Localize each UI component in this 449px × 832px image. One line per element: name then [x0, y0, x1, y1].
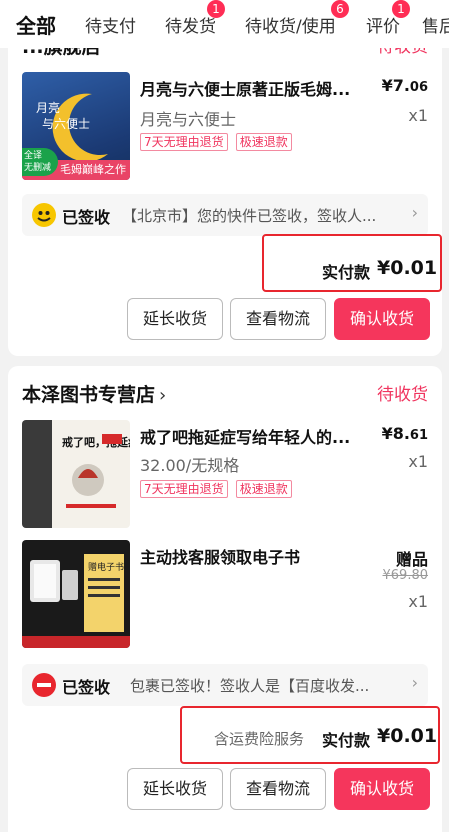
confirm-receipt-button[interactable]: 确认收货	[334, 298, 430, 340]
tab-after-sales[interactable]: 售后	[422, 12, 449, 37]
chevron-right-icon: ›	[411, 673, 418, 692]
extend-receipt-button[interactable]: 延长收货	[127, 768, 223, 810]
gift-label: 赠品	[395, 550, 428, 569]
tab-all[interactable]: 全部	[16, 10, 56, 39]
courier-logo-icon	[32, 203, 56, 227]
paid-label: 实付款	[322, 263, 371, 282]
tab-pending-payment[interactable]: 待支付	[85, 12, 136, 37]
service-tags: 7天无理由退货 极速退款	[140, 478, 295, 498]
order-status: 待收货	[377, 385, 428, 405]
logistics-bar[interactable]: 已签收 【北京市】您的快件已签收，签收人... ›	[22, 194, 428, 236]
gift-qty: x1	[408, 592, 428, 611]
tag-7day-return: 7天无理由退货	[140, 480, 228, 498]
product-spec: 32.00/无规格	[140, 456, 240, 475]
gift-title[interactable]: 主动找客服领取电子书	[140, 544, 370, 568]
tab-label: 待收货/使用	[245, 17, 336, 37]
product-qty: x1	[408, 106, 428, 125]
shop-name: 本泽图书专营店	[22, 384, 156, 406]
count-badge: 6	[331, 0, 349, 18]
product-image[interactable]: 月亮 与六便士 毛姆巅峰之作 全译 无删减	[22, 72, 130, 180]
logistics-bar[interactable]: 已签收 包裹已签收！签收人是【百度收发... ›	[22, 664, 428, 706]
paid-amount: ¥0.01	[377, 257, 438, 279]
courier-logo-icon	[32, 673, 56, 697]
product-price: ¥7.06	[382, 76, 428, 95]
chevron-right-icon: ›	[159, 385, 167, 406]
tag-fast-refund: 极速退款	[235, 480, 292, 498]
logistics-detail: 【北京市】您的快件已签收，签收人...	[122, 207, 377, 225]
product-qty: x1	[408, 452, 428, 471]
order-card: ...旗舰店 待收货 月亮 与六便士 毛姆巅峰之作 全译 无删减 月亮与六便士原…	[8, 30, 442, 356]
tag-7day-return: 7天无理由退货	[140, 133, 228, 151]
product-image[interactable]: 戒了吧，拖延症！	[22, 420, 130, 528]
tab-label: 评价	[366, 17, 400, 37]
order-tab-bar: 全部 待支付 待发货 1 待收货/使用 6 评价 1 售后	[0, 0, 449, 48]
product-price: ¥8.61	[382, 424, 428, 443]
count-badge: 1	[207, 0, 225, 18]
view-logistics-button[interactable]: 查看物流	[230, 768, 326, 810]
cover-badge: 全译 无删减	[22, 148, 58, 176]
confirm-receipt-button[interactable]: 确认收货	[334, 768, 430, 810]
paid-label: 实付款	[322, 731, 371, 750]
tab-pending-shipment[interactable]: 待发货 1	[165, 0, 225, 37]
extend-receipt-button[interactable]: 延长收货	[127, 298, 223, 340]
service-tags: 7天无理由退货 极速退款	[140, 131, 295, 151]
shipping-insurance-label: 含运费险服务	[214, 730, 305, 748]
cover-title-line: 月亮	[36, 100, 60, 115]
ebook-reader-illustration: 赠电子书	[22, 554, 130, 648]
book-cover-illustration: 戒了吧，拖延症！	[22, 420, 130, 528]
order-card: 本泽图书专营店› 待收货 戒了吧，拖延症！ 戒了吧拖延症写给年轻人的... ¥8…	[8, 366, 442, 832]
tab-label: 待发货	[165, 17, 216, 37]
gift-cover-text: 赠电子书	[88, 561, 124, 573]
logistics-status: 已签收	[62, 208, 111, 227]
price-integer: ¥8.	[381, 424, 410, 443]
paid-amount: ¥0.01	[377, 725, 438, 747]
product-spec: 月亮与六便士	[140, 110, 237, 129]
logistics-detail: 包裹已签收！签收人是【百度收发...	[130, 677, 370, 695]
gift-image[interactable]: 赠电子书	[22, 540, 130, 648]
chevron-right-icon: ›	[411, 203, 418, 222]
price-decimal: 61	[409, 428, 428, 443]
view-logistics-button[interactable]: 查看物流	[230, 298, 326, 340]
tab-pending-receipt[interactable]: 待收货/使用 6	[245, 0, 349, 37]
tag-fast-refund: 极速退款	[235, 133, 292, 151]
logistics-status: 已签收	[62, 678, 111, 697]
price-decimal: 06	[409, 80, 428, 95]
product-title[interactable]: 戒了吧拖延症写给年轻人的...	[140, 424, 370, 448]
tab-review[interactable]: 评价 1	[366, 0, 410, 37]
price-integer: ¥7.	[381, 76, 410, 95]
cover-title-line: 与六便士	[42, 117, 90, 131]
gift-original-price: ¥69.80	[382, 568, 429, 583]
shop-row[interactable]: 本泽图书专营店 › 待收货	[22, 380, 428, 408]
count-badge: 1	[392, 0, 410, 18]
product-title[interactable]: 月亮与六便士原著正版毛姆...	[140, 76, 370, 100]
